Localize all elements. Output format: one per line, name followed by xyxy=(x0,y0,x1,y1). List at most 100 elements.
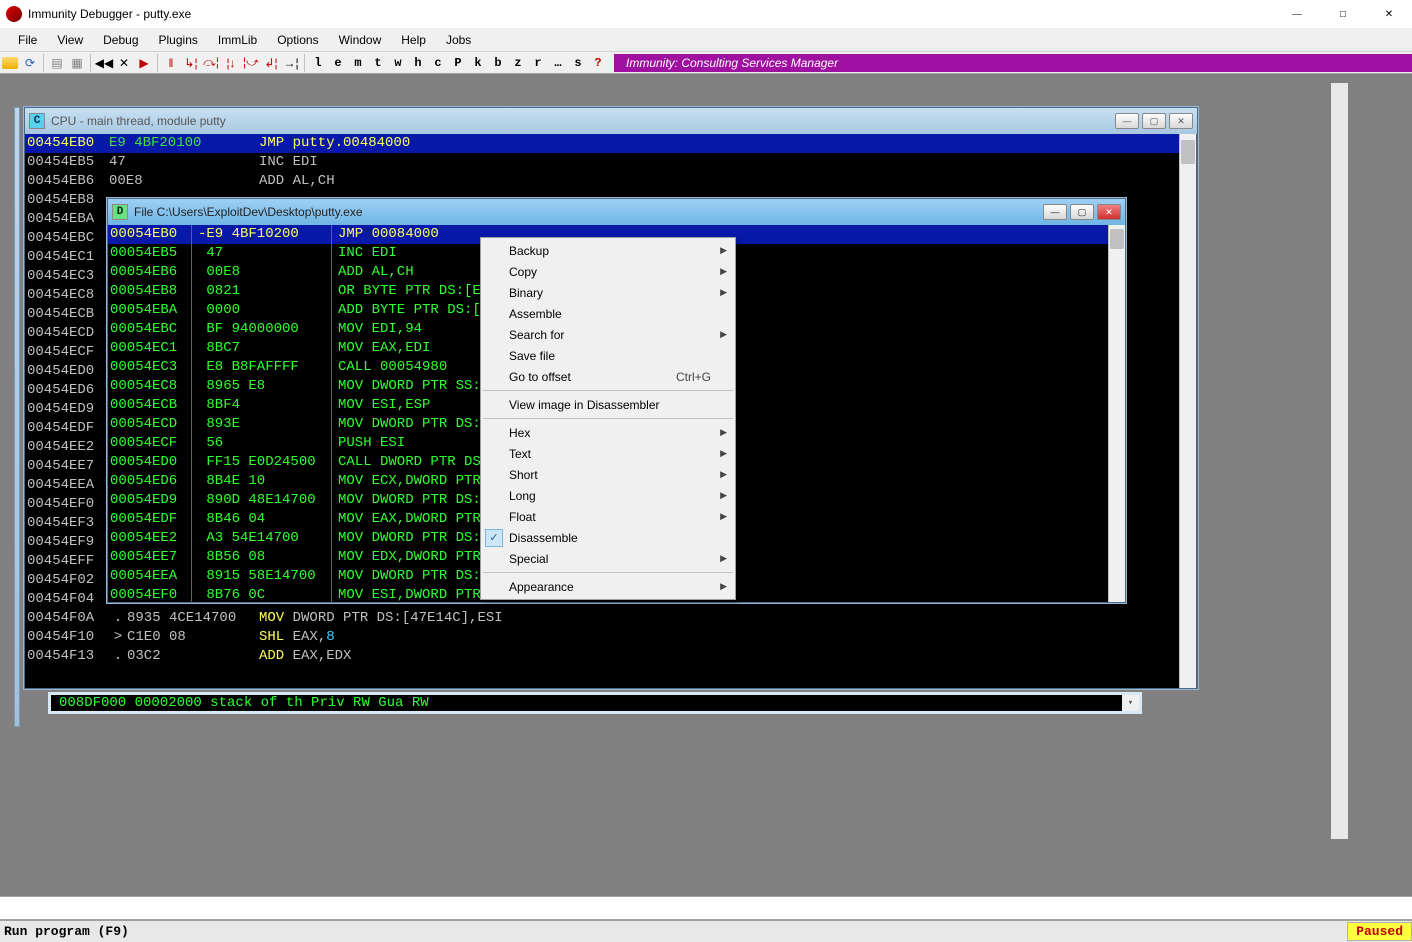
file-scrollbar[interactable] xyxy=(1108,225,1125,602)
cpu-window-icon: C xyxy=(29,113,45,129)
disasm-row[interactable]: 00454EB0E9 4BF20100JMP putty.00484000 xyxy=(25,134,1196,153)
execute-till-return-icon[interactable]: ↲¦ xyxy=(262,54,280,72)
cpu-window-title: CPU - main thread, module putty xyxy=(51,114,226,128)
toolbar-letter-z[interactable]: z xyxy=(509,54,527,72)
toolbar-letter-w[interactable]: w xyxy=(389,54,407,72)
context-menu[interactable]: Backup▶Copy▶Binary▶AssembleSearch for▶Sa… xyxy=(480,237,736,600)
open-icon[interactable] xyxy=(1,54,19,72)
menu-item-binary[interactable]: Binary▶ xyxy=(481,282,735,303)
toolbar: ⟳ ▤ ▦ ◀◀ ✕ ▶ ‖ ↳¦ ⤼¦ ¦↓ ¦⤻ ↲¦ →¦ lemtwhc… xyxy=(0,52,1412,74)
disasm-row[interactable]: 00454F0A.8935 4CE14700MOV DWORD PTR DS:[… xyxy=(25,609,1196,628)
submenu-arrow-icon: ▶ xyxy=(720,553,727,564)
toolbar-letter-c[interactable]: c xyxy=(429,54,447,72)
menu-item-short[interactable]: Short▶ xyxy=(481,464,735,485)
submenu-arrow-icon: ▶ xyxy=(720,448,727,459)
file-close-button[interactable]: ✕ xyxy=(1097,204,1121,220)
cpu-maximize-button[interactable]: ▢ xyxy=(1142,113,1166,129)
disasm-row[interactable]: 00454F13.03C2ADD EAX,EDX xyxy=(25,647,1196,666)
menu-item-text[interactable]: Text▶ xyxy=(481,443,735,464)
menu-item-assemble[interactable]: Assemble xyxy=(481,303,735,324)
toolbar-letter-k[interactable]: k xyxy=(469,54,487,72)
menu-jobs[interactable]: Jobs xyxy=(436,29,481,51)
workspace-scrollbar[interactable] xyxy=(1331,83,1348,839)
cpu-close-button[interactable]: ✕ xyxy=(1169,113,1193,129)
file-minimize-button[interactable]: — xyxy=(1043,204,1067,220)
menu-file[interactable]: File xyxy=(8,29,47,51)
menu-item-save-file[interactable]: Save file xyxy=(481,345,735,366)
memory-scrollbar-down-icon[interactable]: ▾ xyxy=(1122,693,1139,713)
toolbar-letter-h[interactable]: h xyxy=(409,54,427,72)
minimize-button[interactable]: — xyxy=(1274,0,1320,28)
toolbar-letter-?[interactable]: ? xyxy=(589,54,607,72)
menu-item-view-image-in-disassembler[interactable]: View image in Disassembler xyxy=(481,394,735,415)
submenu-arrow-icon: ▶ xyxy=(720,581,727,592)
trace-into-icon[interactable]: ¦↓ xyxy=(222,54,240,72)
run-icon[interactable]: ▶ xyxy=(135,54,153,72)
memory-map-text: 008DF000 00002000 stack of th Priv RW Gu… xyxy=(59,695,429,711)
menu-item-copy[interactable]: Copy▶ xyxy=(481,261,735,282)
menu-item-disassemble[interactable]: ✓Disassemble xyxy=(481,527,735,548)
menu-view[interactable]: View xyxy=(47,29,93,51)
cpu-minimize-button[interactable]: — xyxy=(1115,113,1139,129)
goto-address-icon[interactable]: →¦ xyxy=(282,54,300,72)
submenu-arrow-icon: ▶ xyxy=(720,427,727,438)
file-window-title: File C:\Users\ExploitDev\Desktop\putty.e… xyxy=(134,205,363,219)
file-maximize-button[interactable]: ▢ xyxy=(1070,204,1094,220)
menu-help[interactable]: Help xyxy=(391,29,436,51)
disasm-row[interactable]: 00454EB547INC EDI xyxy=(25,153,1196,172)
toolbar-letter-r[interactable]: r xyxy=(529,54,547,72)
restart-icon[interactable]: ⟳ xyxy=(21,54,39,72)
submenu-arrow-icon: ▶ xyxy=(720,490,727,501)
maximize-button[interactable]: □ xyxy=(1320,0,1366,28)
file-window-icon: D xyxy=(112,204,128,220)
app-icon xyxy=(6,6,22,22)
menu-separator xyxy=(483,390,733,391)
menu-immlib[interactable]: ImmLib xyxy=(208,29,267,51)
module-icon[interactable]: ▦ xyxy=(68,54,86,72)
disasm-row[interactable]: 00454EB600E8ADD AL,CH xyxy=(25,172,1196,191)
list-icon[interactable]: ▤ xyxy=(48,54,66,72)
step-into-icon[interactable]: ↳¦ xyxy=(182,54,200,72)
toolbar-letter-b[interactable]: b xyxy=(489,54,507,72)
window-titlebar: Immunity Debugger - putty.exe — □ ✕ xyxy=(0,0,1412,28)
toolbar-letter-…[interactable]: … xyxy=(549,54,567,72)
status-bar: Run program (F9) Paused xyxy=(0,920,1412,942)
pause-icon[interactable]: ‖ xyxy=(162,54,180,72)
menu-plugins[interactable]: Plugins xyxy=(149,29,208,51)
check-icon: ✓ xyxy=(485,529,503,547)
file-window-titlebar[interactable]: D File C:\Users\ExploitDev\Desktop\putty… xyxy=(108,199,1125,225)
toolbar-letter-P[interactable]: P xyxy=(449,54,467,72)
menu-item-special[interactable]: Special▶ xyxy=(481,548,735,569)
cpu-scrollbar[interactable] xyxy=(1179,134,1196,688)
toolbar-letter-m[interactable]: m xyxy=(349,54,367,72)
menu-item-float[interactable]: Float▶ xyxy=(481,506,735,527)
background-window-edge[interactable] xyxy=(14,107,20,727)
menu-item-go-to-offset[interactable]: Go to offsetCtrl+G xyxy=(481,366,735,387)
submenu-arrow-icon: ▶ xyxy=(720,469,727,480)
stop-icon[interactable]: ✕ xyxy=(115,54,133,72)
submenu-arrow-icon: ▶ xyxy=(720,287,727,298)
disasm-row[interactable]: 00454F10>C1E0 08SHL EAX,8 xyxy=(25,628,1196,647)
submenu-arrow-icon: ▶ xyxy=(720,511,727,522)
menu-separator xyxy=(483,572,733,573)
cpu-window-titlebar[interactable]: C CPU - main thread, module putty — ▢ ✕ xyxy=(25,108,1197,134)
menu-window[interactable]: Window xyxy=(329,29,392,51)
menu-item-long[interactable]: Long▶ xyxy=(481,485,735,506)
menu-item-appearance[interactable]: Appearance▶ xyxy=(481,576,735,597)
memory-map-pane[interactable]: 008DF000 00002000 stack of th Priv RW Gu… xyxy=(48,692,1142,714)
menu-item-search-for[interactable]: Search for▶ xyxy=(481,324,735,345)
menu-separator xyxy=(483,418,733,419)
rewind-icon[interactable]: ◀◀ xyxy=(95,54,113,72)
menu-item-hex[interactable]: Hex▶ xyxy=(481,422,735,443)
command-input[interactable] xyxy=(0,896,1412,920)
toolbar-letter-t[interactable]: t xyxy=(369,54,387,72)
menu-item-backup[interactable]: Backup▶ xyxy=(481,240,735,261)
step-over-icon[interactable]: ⤼¦ xyxy=(202,54,220,72)
toolbar-letter-s[interactable]: s xyxy=(569,54,587,72)
menu-options[interactable]: Options xyxy=(267,29,328,51)
toolbar-letter-e[interactable]: e xyxy=(329,54,347,72)
toolbar-letter-l[interactable]: l xyxy=(309,54,327,72)
trace-over-icon[interactable]: ¦⤻ xyxy=(242,54,260,72)
menu-debug[interactable]: Debug xyxy=(93,29,148,51)
close-button[interactable]: ✕ xyxy=(1366,0,1412,28)
